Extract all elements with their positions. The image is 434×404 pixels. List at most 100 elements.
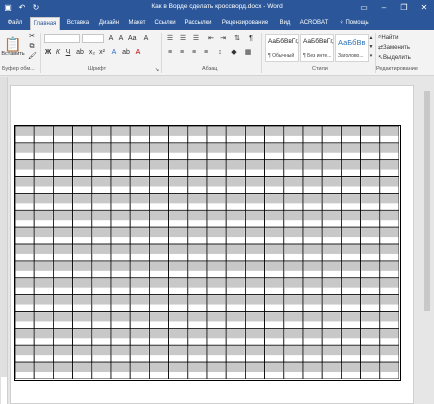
tab-layout[interactable]: Макет: [126, 17, 148, 30]
style-normal[interactable]: АаБбВвГг, ¶ Обычный: [265, 34, 299, 62]
cell-shading: [169, 177, 188, 187]
cell-shading: [284, 194, 303, 204]
cell-shading: [284, 210, 303, 221]
shading-icon[interactable]: ◆: [229, 49, 239, 57]
styles-scroll-down-icon[interactable]: ▼: [368, 43, 374, 51]
tab-references[interactable]: Ссылки: [152, 17, 178, 30]
styles-scroll-up-icon[interactable]: ▲: [368, 34, 374, 42]
grow-font-icon[interactable]: A: [107, 35, 115, 43]
styles-more-icon[interactable]: ▾: [368, 52, 374, 60]
font-name-select[interactable]: [44, 34, 80, 43]
cell-shading: [15, 329, 34, 339]
borders-icon[interactable]: ▦: [243, 49, 253, 57]
tab-insert[interactable]: Вставка: [64, 17, 92, 30]
cell-shading: [226, 143, 245, 153]
tab-home[interactable]: Главная: [30, 17, 60, 30]
show-marks-icon[interactable]: ¶: [246, 35, 256, 43]
cell-shading: [207, 345, 226, 356]
shrink-font-icon[interactable]: A: [117, 35, 125, 43]
cell-shading: [207, 126, 226, 136]
dialog-launcher-icon[interactable]: ↘: [154, 66, 160, 74]
font-color-icon[interactable]: A: [134, 49, 142, 57]
cell-shading: [150, 160, 168, 170]
tab-view[interactable]: Вид: [276, 17, 294, 30]
find-button[interactable]: ⌕ Найти: [378, 33, 418, 42]
decrease-indent-icon[interactable]: ⇤: [206, 35, 216, 43]
text-effects-icon[interactable]: A: [110, 49, 118, 57]
tab-mailings[interactable]: Рассылки: [182, 17, 214, 30]
change-case-icon[interactable]: Aa: [128, 35, 137, 43]
cell-shading: [342, 126, 360, 136]
cell-shading: [130, 194, 149, 204]
align-center-icon[interactable]: ≡: [177, 49, 187, 57]
title-bar: ▣ ↶ ↻ Как в Ворде сделать кроссворд.docx…: [0, 0, 434, 16]
cell-shading: [169, 261, 188, 271]
style-no-spacing[interactable]: АаБбВвГг, ¶ Без инте...: [300, 34, 334, 62]
select-button[interactable]: ↖ Выделить: [378, 53, 424, 62]
italic-button[interactable]: К: [54, 49, 62, 57]
minimize-icon[interactable]: –: [374, 0, 394, 16]
tab-review[interactable]: Рецензирование: [218, 17, 272, 30]
cell-shading: [73, 126, 92, 136]
cell-shading: [226, 194, 245, 204]
cell-shading: [111, 345, 130, 356]
sort-icon[interactable]: ⇅: [232, 35, 242, 43]
cell-shading: [34, 261, 53, 271]
strikethrough-icon[interactable]: ab: [76, 49, 84, 57]
undo-icon[interactable]: ↶: [16, 2, 28, 14]
cell-shading: [130, 227, 149, 238]
format-painter-icon[interactable]: 🖌: [28, 53, 37, 61]
cut-icon[interactable]: ✂: [28, 33, 36, 41]
underline-button[interactable]: Ч: [64, 49, 72, 57]
cell-shading: [130, 244, 149, 254]
tab-file[interactable]: Файл: [4, 17, 26, 30]
tab-design[interactable]: Дизайн: [96, 17, 122, 30]
cell-shading: [361, 244, 380, 254]
bold-button[interactable]: Ж: [44, 49, 52, 57]
subscript-icon[interactable]: x₂: [88, 49, 96, 57]
cell-shading: [246, 261, 264, 271]
cell-shading: [150, 345, 168, 356]
cell-shading: [265, 177, 284, 187]
ribbon-display-icon[interactable]: ▭: [354, 0, 374, 16]
tab-help[interactable]: ♀ Помощь: [334, 17, 374, 30]
cell-shading: [342, 278, 360, 288]
cell-shading: [73, 177, 92, 187]
highlight-icon[interactable]: ab: [122, 49, 130, 57]
increase-indent-icon[interactable]: ⇥: [218, 35, 228, 43]
cell-shading: [284, 143, 303, 153]
cell-shading: [342, 362, 360, 373]
tab-acrobat[interactable]: ACROBAT: [298, 17, 330, 30]
close-icon[interactable]: ✕: [414, 0, 434, 16]
style-heading-1[interactable]: АаБбВв Заголово...: [335, 34, 369, 62]
multilevel-list-icon[interactable]: ☰: [191, 35, 201, 43]
scrollbar-thumb[interactable]: [424, 91, 430, 311]
cell-shading: [246, 312, 264, 322]
align-left-icon[interactable]: ≡: [165, 49, 175, 57]
divider: [161, 33, 162, 73]
align-right-icon[interactable]: ≡: [189, 49, 199, 57]
cell-shading: [54, 177, 72, 187]
crossword-table[interactable]: [14, 125, 401, 381]
font-size-select[interactable]: [82, 34, 104, 43]
numbering-icon[interactable]: ☰: [178, 35, 188, 43]
justify-icon[interactable]: ≡: [201, 49, 211, 57]
restore-icon[interactable]: ❐: [394, 0, 414, 16]
redo-icon[interactable]: ↻: [30, 2, 42, 14]
copy-icon[interactable]: ⧉: [28, 43, 36, 51]
cell-shading: [169, 143, 188, 153]
save-icon[interactable]: ▣: [2, 2, 14, 14]
cell-shading: [303, 362, 322, 373]
superscript-icon[interactable]: x²: [98, 49, 106, 57]
clear-format-icon[interactable]: A: [142, 35, 150, 43]
replace-button[interactable]: ⇄ Заменить: [378, 43, 424, 52]
vertical-scrollbar[interactable]: [420, 77, 434, 404]
paste-button[interactable]: 📋 Вставить: [1, 33, 25, 61]
bullets-icon[interactable]: ☰: [165, 35, 175, 43]
cell-shading: [92, 210, 111, 221]
cell-shading: [73, 295, 92, 305]
line-spacing-icon[interactable]: ↕: [215, 49, 225, 57]
cell-shading: [303, 244, 322, 254]
cell-shading: [34, 278, 53, 288]
cell-shading: [130, 126, 149, 136]
